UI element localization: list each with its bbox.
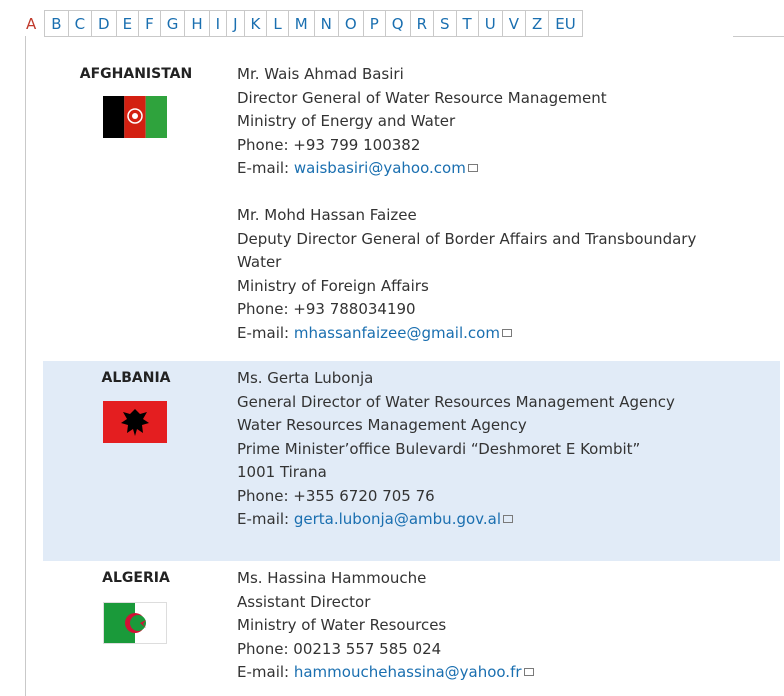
contact-address: Prime Minister’office Bulevardi “Deshmor… xyxy=(237,439,641,458)
tab-eu[interactable]: EU xyxy=(548,10,583,37)
tab-u[interactable]: U xyxy=(477,10,502,37)
contact-email-line: E-mail: hammouchehassina@yahoo.fr xyxy=(237,661,757,685)
contact-title: Assistant Director xyxy=(237,592,371,611)
tab-j[interactable]: J xyxy=(226,10,244,37)
country-row-algeria: ALGERIA Ms. Hassina Hammouche Assistant … xyxy=(43,565,780,694)
contact-block: Ms. Gerta Lubonja General Director of Wa… xyxy=(237,367,757,532)
tab-a[interactable]: A xyxy=(25,10,45,37)
contact-phone: Phone: 00213 557 585 024 xyxy=(237,639,442,658)
panel-left-border xyxy=(25,36,26,696)
tab-l[interactable]: L xyxy=(266,10,288,37)
letter-tabs: A B C D E F G H I J K L M N O P Q R S T … xyxy=(25,10,583,37)
contact-org: Ministry of Energy and Water xyxy=(237,112,456,130)
country-name: ALBANIA xyxy=(101,370,171,386)
tab-t[interactable]: T xyxy=(455,10,478,37)
tab-n[interactable]: N xyxy=(313,10,338,37)
tab-o[interactable]: O xyxy=(337,10,363,37)
contact-phone: Phone: +93 799 100382 xyxy=(237,135,421,154)
contact-org: Ministry of Foreign Affairs xyxy=(237,276,429,295)
email-link[interactable]: waisbasiri@yahoo.com xyxy=(294,159,466,177)
contact-phone: Phone: +93 788034190 xyxy=(237,300,416,318)
mail-icon xyxy=(467,164,478,172)
contact-org: Water Resources Management Agency xyxy=(237,416,527,434)
contact-name: Ms. Gerta Lubonja xyxy=(237,369,374,387)
email-link[interactable]: gerta.lubonja@ambu.gov.al xyxy=(294,510,501,528)
contact-title: Deputy Director General of Border Affair… xyxy=(237,229,697,248)
country-row-albania: ALBANIA Ms. Gerta Lubonja General Direct… xyxy=(43,361,780,561)
contact-block: Mr. Mohd Hassan Faizee Deputy Director G… xyxy=(237,204,757,345)
mail-icon xyxy=(503,515,513,523)
tab-z[interactable]: Z xyxy=(524,10,549,37)
contact-email-line: E-mail: mhassanfaizee@gmail.com xyxy=(237,322,757,346)
contact-name: Mr. Mohd Hassan Faizee xyxy=(237,206,417,224)
contact-block: Ms. Hassina Hammouche Assistant Director… xyxy=(237,567,757,685)
tab-r[interactable]: R xyxy=(409,10,434,37)
country-name: AFGHANISTAN xyxy=(79,66,193,82)
tab-v[interactable]: V xyxy=(501,10,525,37)
country-name: ALGERIA xyxy=(102,570,170,586)
contact-city: 1001 Tirana xyxy=(237,463,327,481)
afghanistan-flag-icon xyxy=(103,96,167,138)
contact-title: Director General of Water Resource Manag… xyxy=(237,88,607,107)
contact-name: Mr. Wais Ahmad Basiri xyxy=(237,65,404,83)
albania-flag-icon xyxy=(103,401,167,443)
tab-p[interactable]: P xyxy=(362,10,385,37)
contact-email-line: E-mail: waisbasiri@yahoo.com xyxy=(237,157,757,181)
mail-icon xyxy=(523,668,534,676)
tab-m[interactable]: M xyxy=(287,10,314,37)
contact-block: Mr. Wais Ahmad Basiri Director General o… xyxy=(237,63,757,181)
tab-d[interactable]: D xyxy=(91,10,116,37)
tab-g[interactable]: G xyxy=(159,10,185,37)
tab-c[interactable]: C xyxy=(67,10,92,37)
tab-f[interactable]: F xyxy=(138,10,160,37)
tab-h[interactable]: H xyxy=(184,10,209,37)
tab-k[interactable]: K xyxy=(243,10,267,37)
email-link[interactable]: mhassanfaizee@gmail.com xyxy=(294,324,500,342)
contact-phone: Phone: +355 6720 705 76 xyxy=(237,486,435,505)
contact-title: General Director of Water Resources Mana… xyxy=(237,392,675,411)
mail-icon xyxy=(501,328,512,337)
email-link[interactable]: hammouchehassina@yahoo.fr xyxy=(294,663,522,681)
tabs-divider xyxy=(733,36,784,37)
algeria-flag-icon xyxy=(103,602,167,644)
contact-email-line: E-mail: gerta.lubonja@ambu.gov.al xyxy=(237,508,757,532)
contact-name: Ms. Hassina Hammouche xyxy=(237,569,427,587)
tab-e[interactable]: E xyxy=(115,10,139,37)
contact-org: Ministry of Water Resources xyxy=(237,616,447,634)
tab-b[interactable]: B xyxy=(44,10,68,37)
country-row-afghanistan: AFGHANISTAN Mr. Wais Ahmad Basiri Direct… xyxy=(43,60,780,360)
tab-s[interactable]: S xyxy=(433,10,456,37)
tab-i[interactable]: I xyxy=(208,10,227,37)
tab-q[interactable]: Q xyxy=(384,10,410,37)
contact-title: Water xyxy=(237,253,282,271)
